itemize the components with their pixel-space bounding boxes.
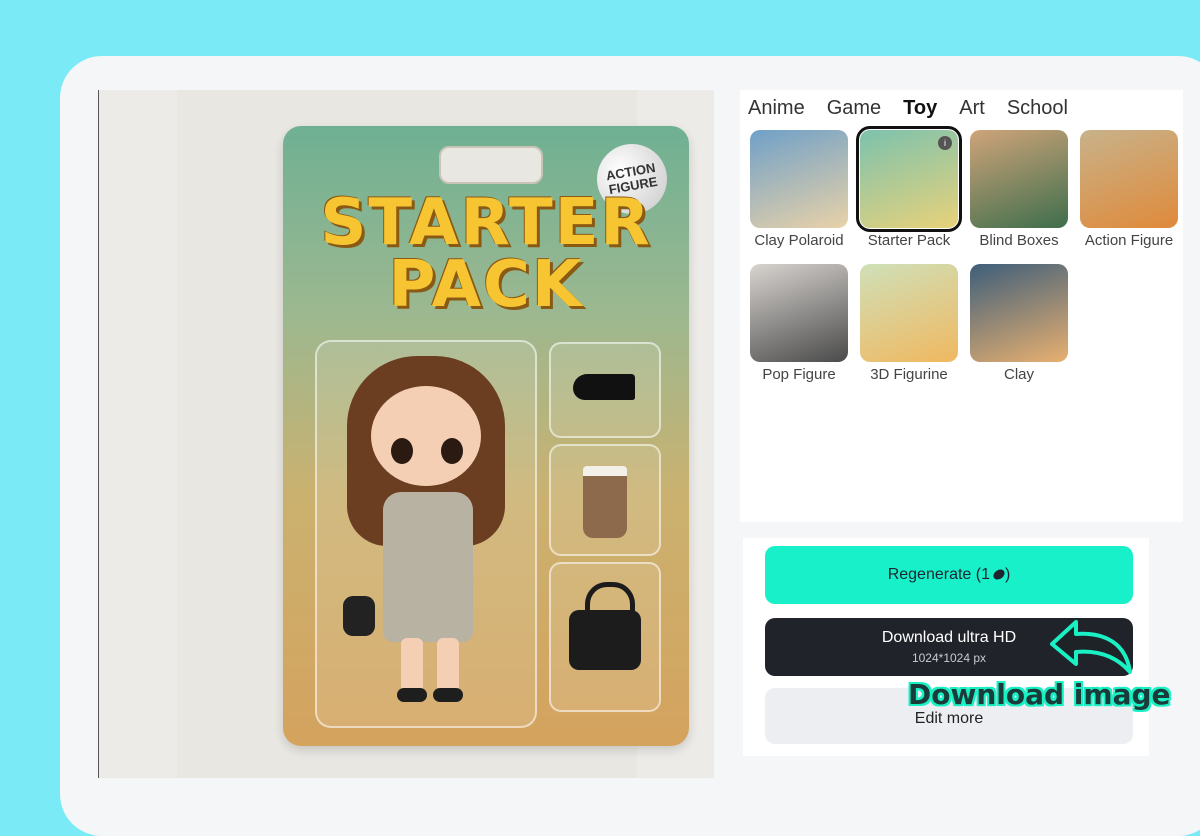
bag-blister — [549, 562, 661, 712]
tab-game[interactable]: Game — [827, 96, 881, 120]
shoe-accessory — [573, 374, 635, 400]
style-thumb-clay[interactable] — [970, 264, 1068, 362]
figure-left-shoe — [397, 688, 427, 702]
handbag-accessory — [569, 610, 641, 670]
coffee-cup-accessory — [583, 466, 627, 538]
download-size: 1024*1024 px — [911, 651, 987, 665]
figure-blister — [315, 340, 537, 728]
style-label-starter-pack: Starter Pack — [867, 232, 951, 249]
image-preview: ACTION FIGURE STARTER PACK — [98, 90, 714, 778]
style-label-action-figure: Action Figure — [1084, 232, 1174, 249]
figure-handbag — [343, 596, 375, 636]
style-label-clay-polaroid: Clay Polaroid — [754, 232, 844, 249]
tab-toy[interactable]: Toy — [903, 96, 937, 120]
download-label: Download ultra HD — [881, 629, 1017, 646]
tab-art[interactable]: Art — [959, 96, 985, 120]
style-thumb-pop-figure[interactable] — [750, 264, 848, 362]
figure-body — [383, 492, 473, 642]
card-title: STARTER PACK — [320, 186, 652, 322]
info-icon: i — [938, 136, 952, 150]
curved-arrow-icon — [1050, 620, 1132, 674]
shoe-blister — [549, 342, 661, 438]
style-tabs: Anime Game Toy Art School — [748, 96, 1090, 120]
style-thumb-clay-polaroid[interactable] — [750, 130, 848, 228]
edit-more-label: Edit more — [914, 710, 984, 727]
style-label-3d-figurine: 3D Figurine — [870, 366, 948, 383]
hang-hole — [439, 146, 543, 184]
figure-left-leg — [401, 638, 423, 692]
download-image-annotation: Download image — [908, 678, 1171, 711]
regenerate-button[interactable]: Regenerate (1) — [765, 546, 1133, 604]
regenerate-label: Regenerate (1) — [887, 566, 1011, 583]
tab-school[interactable]: School — [1007, 96, 1068, 120]
style-selector: Anime Game Toy Art School Clay Polaroid … — [740, 90, 1183, 522]
blister-card: ACTION FIGURE STARTER PACK — [283, 126, 689, 746]
cup-blister — [549, 444, 661, 556]
style-thumb-action-figure[interactable] — [1080, 130, 1178, 228]
style-thumb-3d-figurine[interactable] — [860, 264, 958, 362]
figure-face — [371, 386, 481, 486]
style-label-clay: Clay — [1003, 366, 1034, 383]
figure-right-eye — [441, 438, 463, 464]
style-thumb-blind-boxes[interactable] — [970, 130, 1068, 228]
style-thumb-starter-pack[interactable]: i — [856, 126, 962, 232]
figure-right-shoe — [433, 688, 463, 702]
figure-right-leg — [437, 638, 459, 692]
tab-anime[interactable]: Anime — [748, 96, 805, 120]
style-label-blind-boxes: Blind Boxes — [979, 232, 1059, 249]
figure-left-eye — [391, 438, 413, 464]
generated-image: ACTION FIGURE STARTER PACK — [177, 90, 689, 778]
style-label-pop-figure: Pop Figure — [762, 366, 836, 383]
